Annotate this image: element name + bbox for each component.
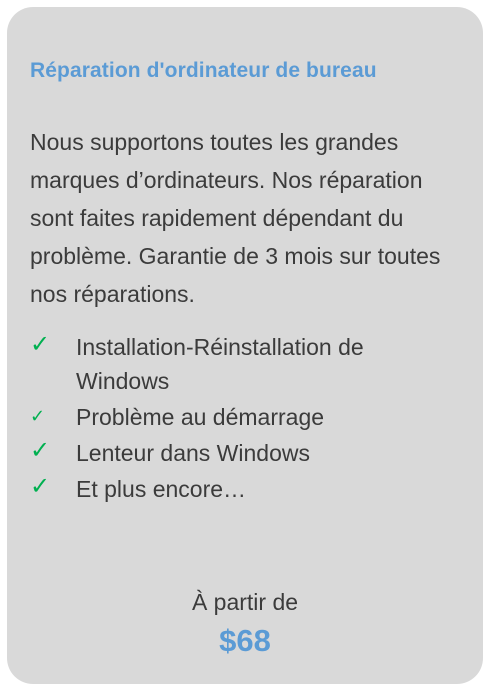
price-value: $68: [219, 623, 271, 658]
feature-item: ✓ Installation-Réinstallation de Windows: [30, 330, 461, 398]
check-icon: ✓: [30, 472, 51, 500]
check-icon: ✓: [30, 436, 51, 464]
feature-text: Installation-Réinstallation de Windows: [76, 334, 364, 394]
feature-item: ✓ Problème au démarrage: [30, 400, 461, 434]
feature-text: Lenteur dans Windows: [76, 440, 310, 466]
feature-item: ✓ Et plus encore…: [30, 472, 461, 506]
price-label: À partir de: [191, 589, 299, 615]
card-title: Réparation d'ordinateur de bureau: [30, 59, 377, 82]
check-icon: ✓: [30, 406, 46, 427]
feature-list: ✓ Installation-Réinstallation de Windows…: [30, 330, 461, 506]
check-icon: ✓: [30, 330, 51, 358]
card-description: Nous supportons toutes les grandes marqu…: [30, 129, 441, 307]
feature-text: Problème au démarrage: [76, 404, 325, 430]
feature-text: Et plus encore…: [76, 476, 247, 502]
feature-item: ✓ Lenteur dans Windows: [30, 436, 461, 470]
price-block: À partir de $68: [7, 587, 483, 661]
service-card: Réparation d'ordinateur de bureau Nous s…: [7, 7, 483, 684]
